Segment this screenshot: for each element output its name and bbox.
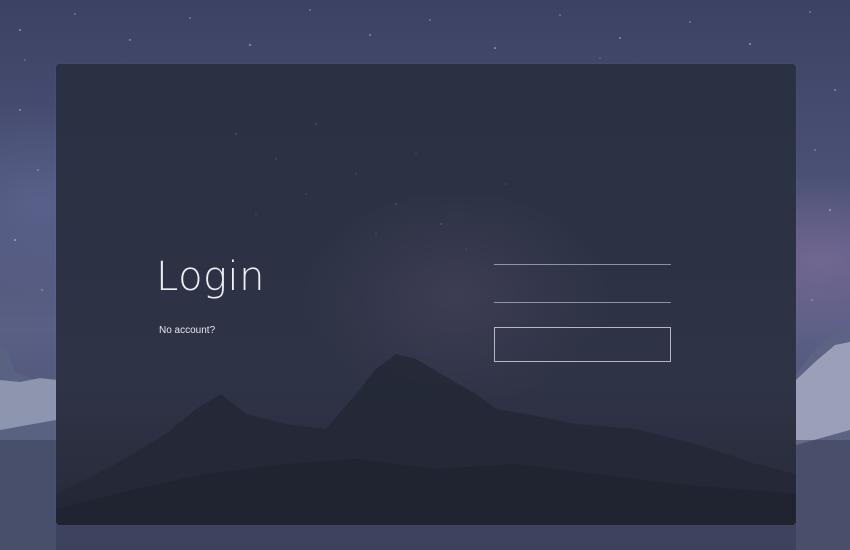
- password-input[interactable]: [494, 274, 671, 303]
- login-card: Login No account?: [56, 64, 796, 525]
- page-title: Login: [156, 254, 266, 300]
- no-account-link[interactable]: No account?: [159, 325, 215, 336]
- right-mountain-snow: [796, 342, 850, 445]
- username-input[interactable]: [494, 236, 671, 265]
- login-button[interactable]: [494, 327, 671, 362]
- card-stars: [235, 123, 507, 250]
